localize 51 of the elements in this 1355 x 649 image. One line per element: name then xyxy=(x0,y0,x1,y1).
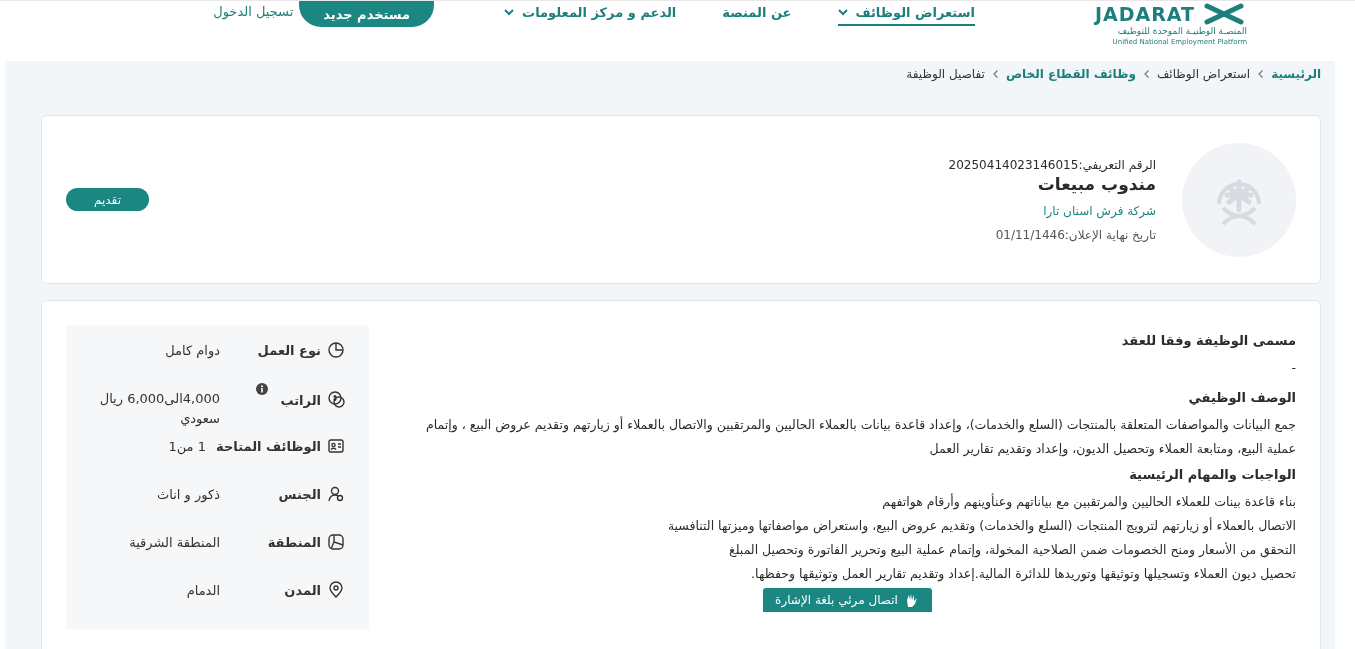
breadcrumb-link[interactable]: وظائف القطاع الخاص xyxy=(1005,67,1136,81)
job-id: الرقم التعريفي:20250414023146015 xyxy=(948,157,1156,172)
caret-icon xyxy=(504,9,515,16)
apply-button[interactable]: تقديم xyxy=(66,188,149,211)
logo-emblem-icon xyxy=(1201,3,1247,25)
login-link[interactable]: تسجيل الدخول xyxy=(213,4,294,19)
pie-chart-icon xyxy=(327,341,345,359)
job-title: مندوب مبيعات xyxy=(1037,173,1156,194)
detail-value: ذكور و اناث xyxy=(156,486,220,505)
caret-icon xyxy=(837,9,848,16)
detail-value: 1 من1 xyxy=(167,438,206,457)
register-button[interactable]: مستخدم جديد xyxy=(299,1,435,27)
detail-label: الوظائف المتاحة xyxy=(216,438,321,454)
section-text: بناء قاعدة بينات للعملاء الحاليين والمرتقبين مع بياناتهم وعنأوينهم وأرقام هواتفهم xyxy=(882,492,1296,512)
section-text: جمع البيانات والمواصفات المتعلقة بالمنتجات (السلع والخدمات)، وإعداد قاعدة بيانات بالعملاء الحاليين والمرتقبين والاتصال بالعملاء أو زيارتهم وتقديم عروض البيع ، وإتمام عملية البيع، ومتابعة العملاء وتحصيل الديون، وإعداد وتقديم تقارير العمل xyxy=(425,415,1296,459)
chevron-icon xyxy=(1143,70,1149,78)
id-card-icon xyxy=(327,437,345,455)
detail-value: المنطقة الشرقية xyxy=(128,534,220,552)
detail-label: المنطقة xyxy=(267,534,321,550)
section-text: التحقق من الأسعار ومنح الخصومات ضمن الصلاحية المخولة، وإتمام عملية البيع وتحرير الفاتورة وتحصيل المبلغ xyxy=(729,541,1296,560)
section-text: تحصيل ديون العملاء وتسجيلها وتوثيقها وتوريدها للدائرة المالية.إعداد وتقديم تقارير العمل وتوثيقها وحفظها. xyxy=(751,565,1296,584)
nav-link[interactable]: الدعم و مركز المعلومات xyxy=(504,3,677,26)
info-icon xyxy=(256,383,269,395)
chevron-icon xyxy=(1258,70,1264,78)
section-heading: الوصف الوظيفي xyxy=(1188,390,1296,405)
detail-value: الدمام xyxy=(185,582,220,600)
person-icon xyxy=(327,485,345,503)
section-text: الاتصال بالعملاء أو زيارتهم لترويج المنتجات (السلع والخدمات) وتقديم عروض البيع، واستعراض مواصفاتها وميزتها التنافسية xyxy=(667,516,1296,536)
detail-value: 4,000الى6,000 ريال سعودي xyxy=(98,390,220,429)
sign-language-button[interactable]: اتصال مرئي بلغة الإشارة xyxy=(763,588,932,612)
deadline-text: تاريخ نهاية الإعلان:01/11/1446 xyxy=(995,227,1156,242)
map-icon xyxy=(327,533,345,551)
section-heading: مسمى الوظيفة وفقا للعقد xyxy=(1121,333,1296,348)
detail-label: المدن xyxy=(284,582,321,598)
coins-icon xyxy=(327,389,345,408)
logo-tagline: المنصـة الوطنيـة الموحدة للتوظيف xyxy=(1117,25,1247,37)
detail-label: الراتب xyxy=(280,393,321,408)
section-text: - xyxy=(1291,359,1296,377)
detail-label: نوع العمل xyxy=(257,342,321,358)
breadcrumb-link[interactable]: استعراض الوظائف xyxy=(1156,67,1251,81)
breadcrumb-link[interactable]: الرئيسية xyxy=(1271,67,1321,81)
section-heading: الواجبات والمهام الرئيسية xyxy=(1129,467,1296,482)
chevron-icon xyxy=(992,70,998,78)
detail-value: دوام كامل xyxy=(164,342,220,361)
nav-link[interactable]: استعراض الوظائف xyxy=(837,3,975,26)
detail-label: الجنس xyxy=(278,486,321,502)
location-pin-icon xyxy=(327,581,345,599)
nav-link[interactable]: عن المنصة xyxy=(722,3,792,26)
breadcrumb-link[interactable]: تفاصيل الوظيفة xyxy=(906,67,985,81)
logo-wordmark: JADARAT xyxy=(1094,4,1195,24)
company-link[interactable]: شركة فرش اسنان تارا xyxy=(1043,203,1156,218)
